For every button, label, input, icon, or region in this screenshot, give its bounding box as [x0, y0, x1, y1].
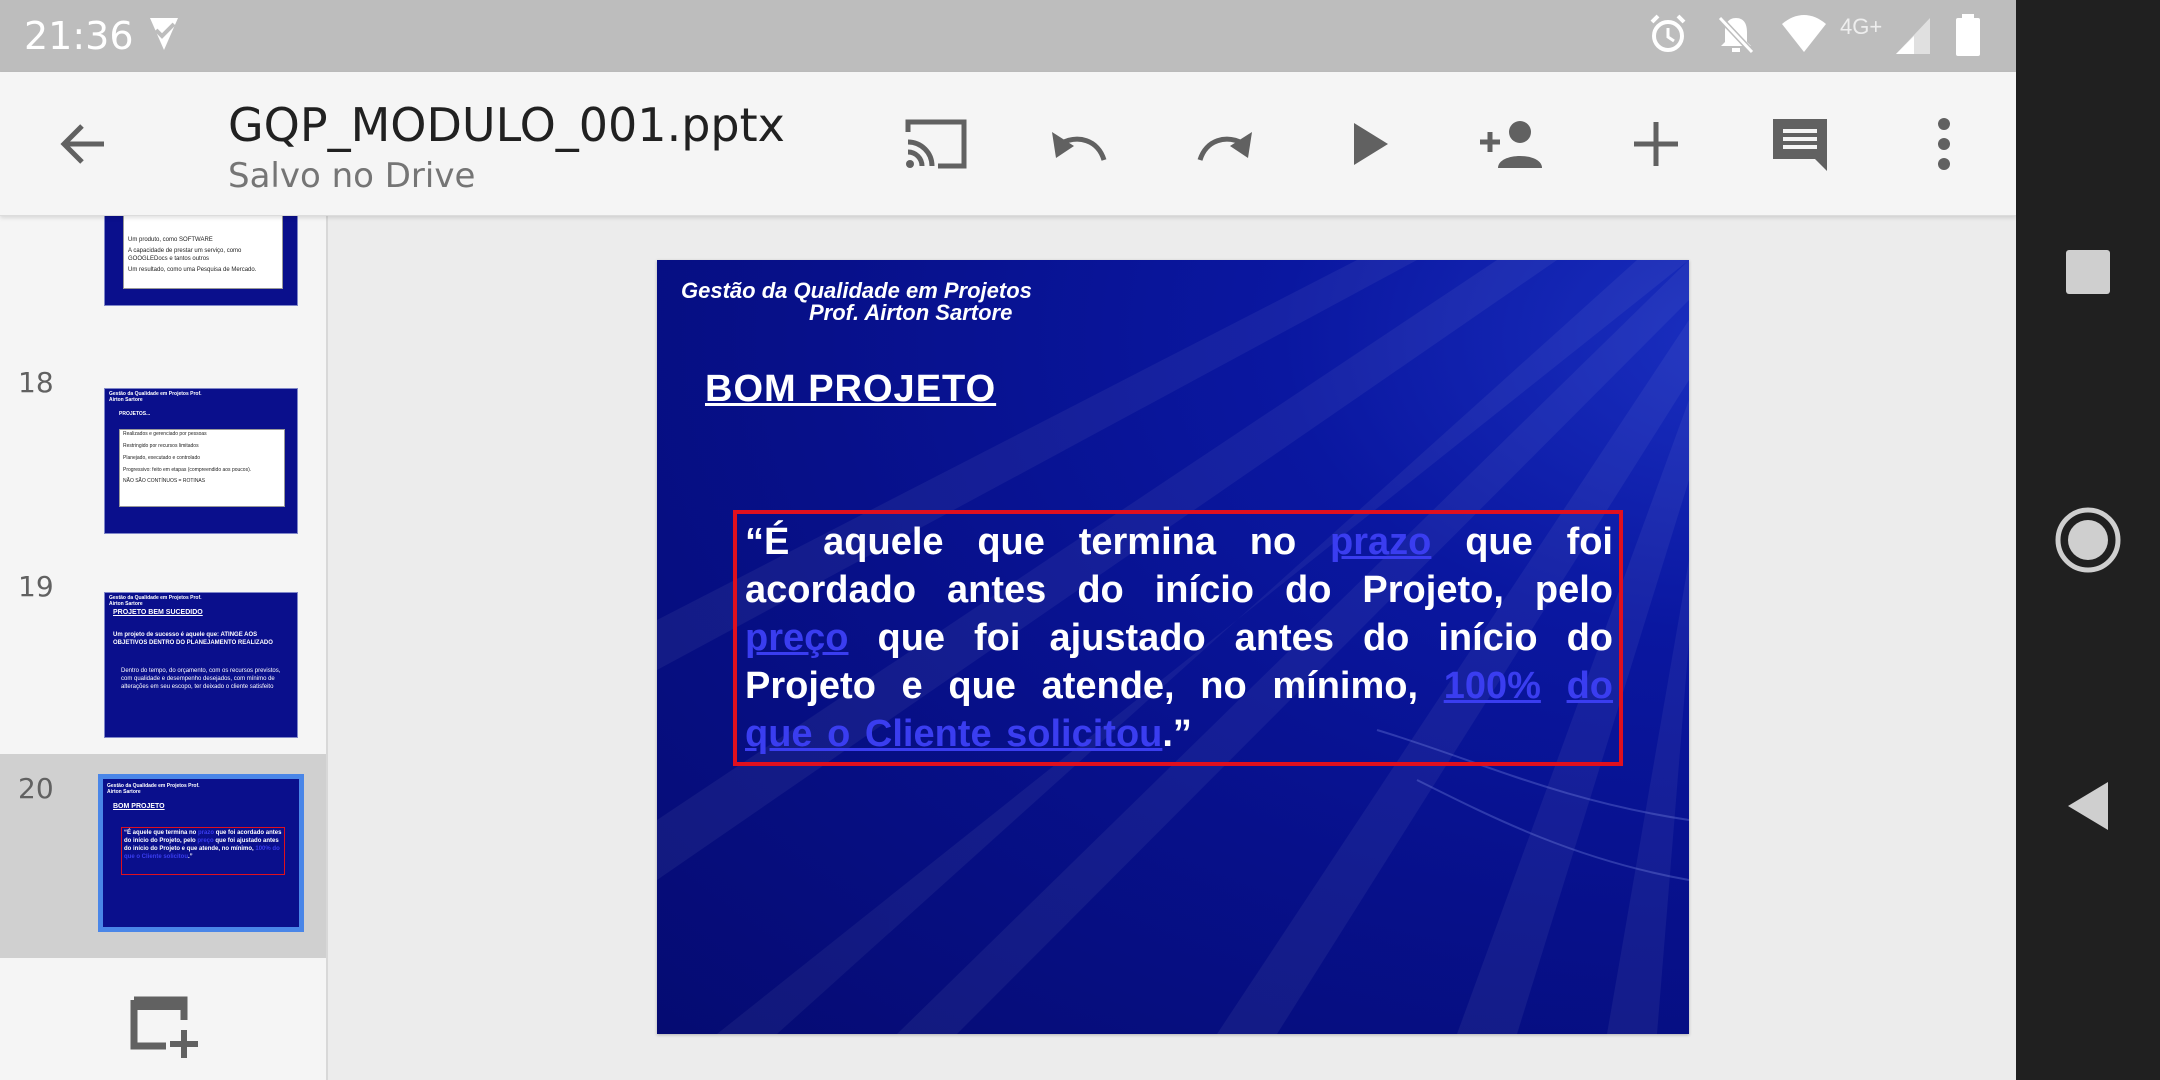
- download-check-icon: [144, 14, 184, 59]
- thumb-line: Planejado, executado e controlado: [123, 455, 201, 461]
- wifi-icon: [1780, 12, 1828, 61]
- file-name: GQP_MODULO_001.pptx: [228, 98, 785, 152]
- slide-preview: Gestão da Qualidade em Projetos Prof. Ai…: [104, 592, 298, 738]
- thumb-header: Gestão da Qualidade em Projetos Prof. Ai…: [107, 783, 200, 795]
- thumb-text-box: Um produto, como SOFTWARE A capacidade d…: [123, 216, 283, 289]
- home-button[interactable]: [2052, 504, 2124, 576]
- slide-filmstrip: Um produto, como SOFTWARE A capacidade d…: [0, 216, 328, 1080]
- link-prazo[interactable]: prazo: [1330, 521, 1431, 563]
- share-button[interactable]: [1464, 96, 1560, 192]
- alarm-icon: [1646, 12, 1690, 61]
- thumb-line: Progressivo: feito em etapas (compreendi…: [123, 467, 252, 473]
- thumb-title: BOM PROJETO: [113, 803, 165, 810]
- thumb-header: Gestão da Qualidade em Projetos Prof. Ai…: [109, 391, 202, 403]
- circle-icon: [2055, 507, 2121, 573]
- notifications-off-icon: [1714, 12, 1758, 61]
- slide-number: 19: [18, 570, 54, 603]
- slide-thumbnail-17[interactable]: Um produto, como SOFTWARE A capacidade d…: [0, 216, 326, 360]
- thumb-header: Gestão da Qualidade em Projetos Prof. Ai…: [109, 595, 202, 607]
- more-vert-icon: [1938, 118, 1950, 170]
- triangle-back-icon: [2068, 782, 2108, 830]
- undo-icon: [1052, 132, 1107, 161]
- quote-line-4: Projeto e que atende, no mínimo, 100% do: [745, 665, 1614, 707]
- slide-preview: Gestão da Qualidade em Projetos Prof. Ai…: [104, 388, 298, 534]
- square-icon: [2066, 250, 2110, 294]
- arrow-back-icon: [60, 124, 104, 164]
- save-status: Salvo no Drive: [228, 156, 476, 196]
- present-button[interactable]: [1322, 96, 1418, 192]
- thumb-line: A capacidade de prestar um serviço, como…: [128, 248, 242, 262]
- add-slide-icon: [130, 996, 198, 1058]
- quote-line-3: preço que foi ajustado antes do início d…: [745, 617, 1614, 659]
- cast-button[interactable]: [888, 96, 984, 192]
- insert-button[interactable]: [1608, 96, 1704, 192]
- quote-line-2: acordado antes do início do Projeto, pel…: [745, 569, 1613, 611]
- redo-button[interactable]: [1176, 96, 1272, 192]
- thumb-text-box: Realizados e gerenciado por pessoas Rest…: [119, 429, 285, 507]
- play-icon: [1354, 123, 1388, 165]
- slide-thumbnail-19[interactable]: 19 Gestão da Qualidade em Projetos Prof.…: [0, 570, 326, 780]
- slide-number: 18: [18, 366, 54, 399]
- slide-thumbnail-18[interactable]: 18 Gestão da Qualidade em Projetos Prof.…: [0, 366, 326, 576]
- thumb-line: Um produto, como SOFTWARE: [128, 237, 213, 243]
- link-100[interactable]: 100%: [1444, 665, 1541, 707]
- slide-title[interactable]: BOM PROJETO: [705, 368, 996, 411]
- slide-preview: Gestão da Qualidade em Projetos Prof. Ai…: [98, 774, 304, 932]
- comment-icon: [1773, 119, 1827, 171]
- redo-icon: [1197, 132, 1252, 161]
- undo-button[interactable]: [1032, 96, 1128, 192]
- thumb-line: Realizados e gerenciado por pessoas: [123, 431, 207, 437]
- slide-preview: Um produto, como SOFTWARE A capacidade d…: [104, 216, 298, 306]
- slide-thumbnail-20[interactable]: 20 Gestão da Qualidade em Projetos Prof.…: [0, 754, 326, 958]
- signal-icon: [1894, 12, 1934, 61]
- status-bar: 21:36 4G+: [0, 0, 2016, 72]
- recents-button[interactable]: [2052, 236, 2124, 308]
- clock: 21:36: [24, 14, 134, 58]
- network-type: 4G+: [1840, 14, 1883, 39]
- thumb-quote-box: “É aquele que termina no prazo que foi a…: [121, 827, 285, 875]
- quote-line-1: “É aquele que termina no prazo que foi: [745, 521, 1613, 563]
- link-cliente-solicitou[interactable]: que o Cliente solicitou: [745, 713, 1162, 755]
- slide-canvas[interactable]: Gestão da Qualidade em Projetos Prof. Ai…: [330, 216, 2016, 1080]
- thumb-line: Restringido por recursos limitados: [123, 443, 199, 449]
- link-preco[interactable]: preço: [745, 617, 848, 659]
- link-do[interactable]: do: [1567, 665, 1613, 707]
- more-options-button[interactable]: [1896, 96, 1992, 192]
- plus-icon: [1634, 122, 1678, 166]
- quote-text-box[interactable]: “É aquele que termina no prazo que foi a…: [733, 510, 1623, 766]
- quote-line-5: que o Cliente solicitou.”: [745, 713, 1192, 755]
- thumb-title: PROJETOS...: [119, 411, 151, 417]
- thumb-title: PROJETO BEM SUCEDIDO: [113, 609, 203, 616]
- thumb-line: Dentro do tempo, do orçamento, com os re…: [121, 668, 281, 690]
- person-add-icon: [1480, 121, 1542, 168]
- thumb-line: Um resultado, como uma Pesquisa de Merca…: [128, 267, 257, 273]
- back-button[interactable]: [36, 96, 132, 192]
- thumb-line: Um projeto de sucesso é aquele que: ATIN…: [113, 632, 273, 646]
- cast-icon: [905, 119, 967, 169]
- new-slide-button[interactable]: [130, 990, 200, 1060]
- slide-number: 20: [18, 772, 54, 805]
- comments-button[interactable]: [1752, 96, 1848, 192]
- thumb-line: NÃO SÃO CONTÍNUOS = ROTINAS: [123, 478, 206, 484]
- back-nav-button[interactable]: [2052, 770, 2124, 842]
- battery-icon: [1954, 12, 1982, 63]
- system-navigation-bar: [2016, 0, 2160, 1080]
- app-toolbar: GQP_MODULO_001.pptx Salvo no Drive: [0, 72, 2016, 216]
- slide-header-professor: Prof. Airton Sartore: [809, 300, 1013, 325]
- current-slide[interactable]: Gestão da Qualidade em Projetos Prof. Ai…: [657, 260, 1689, 1034]
